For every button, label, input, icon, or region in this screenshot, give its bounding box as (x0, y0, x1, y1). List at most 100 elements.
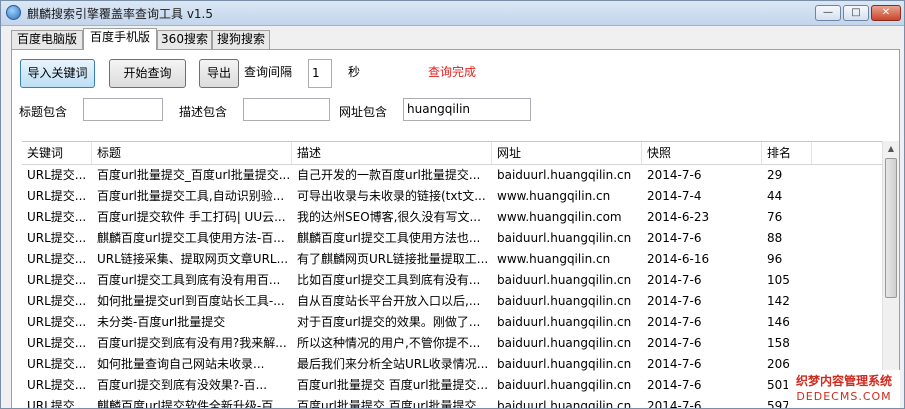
row-url-cell: baiduurl.huangqilin.cn (497, 168, 632, 182)
row-title-cell: 麒麟百度url提交软件全新升级-百... (97, 399, 285, 409)
row-description-cell: 麒麟百度url提交工具使用方法也... (297, 231, 481, 245)
results-table: 关键词 标题 描述 网址 快照 排名 URL提交... 百度url批量提交_百度u… (22, 141, 888, 409)
desc-filter-label: 描述包含 (179, 105, 228, 119)
row-keyword-cell: URL提交... (27, 273, 87, 287)
export-button[interactable]: 导出 (199, 59, 239, 88)
column-header-title[interactable]: 标题 (92, 142, 292, 164)
column-header-description[interactable]: 描述 (292, 142, 492, 164)
table-row[interactable]: URL提交... 百度url提交软件 手工打码| UU云... 我的达州SEO博客,… (22, 207, 888, 228)
row-snapshot-cell: 2014-7-6 (647, 378, 702, 392)
row-url-cell: baiduurl.huangqilin.cn (497, 378, 632, 392)
row-snapshot-cell: 2014-7-6 (647, 315, 702, 329)
row-title-cell: 百度url批量提交_百度url批量提交... (97, 168, 291, 182)
url-filter-label: 网址包含 (339, 105, 388, 119)
tab-360-search[interactable]: 360搜索 (157, 30, 212, 49)
table-row[interactable]: URL提交... 未分类-百度url批量提交 对于百度url提交的效果。刚做了...… (22, 312, 888, 333)
tab-baidu-mobile[interactable]: 百度手机版 (83, 28, 157, 50)
table-row[interactable]: URL提交... 如何批量提交url到百度站长工具-... 自从百度站长平台开放入口… (22, 291, 888, 312)
watermark-logo: 织梦内容管理系统 DEDECMS.COM (788, 370, 900, 408)
column-header-snapshot[interactable]: 快照 (642, 142, 762, 164)
column-header-rank[interactable]: 排名 (762, 142, 812, 164)
row-description-cell: 可导出收录与未收录的链接(txt文... (297, 189, 486, 203)
row-url-cell: www.huangqilin.cn (497, 189, 611, 203)
row-snapshot-cell: 2014-6-16 (647, 252, 710, 266)
title-filter-input[interactable] (83, 98, 163, 121)
row-url-cell: baiduurl.huangqilin.cn (497, 315, 632, 329)
row-rank-cell: 44 (767, 189, 783, 203)
row-description-cell: 自己开发的一款百度url批量提交... (297, 168, 481, 182)
vertical-scrollbar[interactable]: ▲ (882, 141, 899, 408)
row-title-cell: 如何批量提交url到百度站长工具-... (97, 294, 285, 308)
url-filter-input[interactable]: huangqilin (403, 98, 531, 121)
row-rank-cell: 88 (767, 231, 783, 245)
seconds-label: 秒 (348, 65, 361, 79)
row-keyword-cell: URL提交... (27, 189, 87, 203)
table-row[interactable]: URL提交... 麒麟百度url提交工具使用方法-百... 麒麟百度url提交工具使… (22, 228, 888, 249)
row-keyword-cell: URL提交... (27, 378, 87, 392)
row-rank-cell: 146 (767, 315, 790, 329)
row-title-cell: 百度url提交软件 手工打码| UU云... (97, 210, 286, 224)
watermark-line1: 织梦内容管理系统 (795, 374, 892, 388)
table-row[interactable]: URL提交... 麒麟百度url提交软件全新升级-百... 百度url批量提交 百度… (22, 396, 888, 409)
start-query-button[interactable]: 开始查询 (109, 59, 186, 88)
watermark-line2: DEDECMS.COM (796, 390, 892, 403)
table-row[interactable]: URL提交... URL链接采集、提取网页文章URL... 有了麒麟网页URL链接批… (22, 249, 888, 270)
table-row[interactable]: URL提交... 百度url批量提交_百度url批量提交... 自己开发的一款百度u… (22, 165, 888, 186)
status-text: 查询完成 (428, 65, 477, 79)
row-keyword-cell: URL提交... (27, 357, 87, 371)
row-url-cell: baiduurl.huangqilin.cn (497, 231, 632, 245)
table-row[interactable]: URL提交... 百度url批量提交工具,自动识别验... 可导出收录与未收录的链接… (22, 186, 888, 207)
row-rank-cell: 158 (767, 336, 790, 350)
scroll-up-icon[interactable]: ▲ (885, 143, 897, 155)
row-snapshot-cell: 2014-7-6 (647, 399, 702, 409)
row-keyword-cell: URL提交... (27, 315, 87, 329)
row-snapshot-cell: 2014-7-6 (647, 294, 702, 308)
row-keyword-cell: URL提交... (27, 336, 87, 350)
row-title-cell: 百度url提交到底有没有用?我来解... (97, 336, 287, 350)
table-row[interactable]: URL提交... 如何批量查询自己网站未收录... 最后我们来分析全站URL收录情况… (22, 354, 888, 375)
row-title-cell: 未分类-百度url批量提交 (97, 315, 226, 329)
row-keyword-cell: URL提交... (27, 210, 87, 224)
row-keyword-cell: URL提交... (27, 252, 87, 266)
scrollbar-thumb[interactable] (885, 158, 897, 298)
table-row[interactable]: URL提交... 百度url提交工具到底有没有用百... 比如百度url提交工具到底… (22, 270, 888, 291)
row-snapshot-cell: 2014-7-6 (647, 231, 702, 245)
title-filter-label: 标题包含 (19, 105, 68, 119)
tab-baidu-pc[interactable]: 百度电脑版 (11, 30, 83, 49)
column-header-url[interactable]: 网址 (492, 142, 642, 164)
row-title-cell: URL链接采集、提取网页文章URL... (97, 252, 289, 266)
import-keywords-button[interactable]: 导入关键词 (20, 59, 95, 88)
row-snapshot-cell: 2014-6-23 (647, 210, 710, 224)
app-logo-icon (6, 5, 21, 20)
row-url-cell: www.huangqilin.cn (497, 252, 611, 266)
interval-input[interactable]: 1 (308, 59, 332, 88)
minimize-button[interactable]: — (815, 5, 841, 21)
row-url-cell: www.huangqilin.com (497, 210, 622, 224)
desc-filter-input[interactable] (243, 98, 330, 121)
close-button[interactable]: ✕ (871, 5, 901, 21)
row-snapshot-cell: 2014-7-4 (647, 189, 702, 203)
row-url-cell: baiduurl.huangqilin.cn (497, 273, 632, 287)
row-description-cell: 我的达州SEO博客,很久没有写文... (297, 210, 481, 224)
row-keyword-cell: URL提交... (27, 168, 87, 182)
title-bar[interactable]: 麒麟搜索引擎覆盖率查询工具 v1.5 — □ ✕ (1, 1, 904, 26)
row-rank-cell: 142 (767, 294, 790, 308)
row-description-cell: 百度url批量提交 百度url批量提交... (297, 378, 489, 392)
row-description-cell: 比如百度url提交工具到底有没有... (297, 273, 481, 287)
table-row[interactable]: URL提交... 百度url提交到底有没有用?我来解... 所以这种情况的用户,不管… (22, 333, 888, 354)
row-snapshot-cell: 2014-7-6 (647, 357, 702, 371)
row-title-cell: 麒麟百度url提交工具使用方法-百... (97, 231, 285, 245)
maximize-button[interactable]: □ (843, 5, 869, 21)
row-rank-cell: 29 (767, 168, 783, 182)
row-rank-cell: 76 (767, 210, 783, 224)
tab-sogou-search[interactable]: 搜狗搜索 (212, 30, 270, 49)
column-header-keyword[interactable]: 关键词 (22, 142, 92, 164)
row-url-cell: baiduurl.huangqilin.cn (497, 336, 632, 350)
row-snapshot-cell: 2014-7-6 (647, 336, 702, 350)
table-row[interactable]: URL提交... 百度url提交到底有没效果?-百... 百度url批量提交 百度u… (22, 375, 888, 396)
row-rank-cell: 96 (767, 252, 783, 266)
row-rank-cell: 105 (767, 273, 790, 287)
table-header: 关键词 标题 描述 网址 快照 排名 (22, 142, 888, 165)
window-title: 麒麟搜索引擎覆盖率查询工具 v1.5 (27, 7, 214, 21)
app-window: 麒麟搜索引擎覆盖率查询工具 v1.5 — □ ✕ 百度电脑版 百度手机版 360… (0, 0, 905, 409)
